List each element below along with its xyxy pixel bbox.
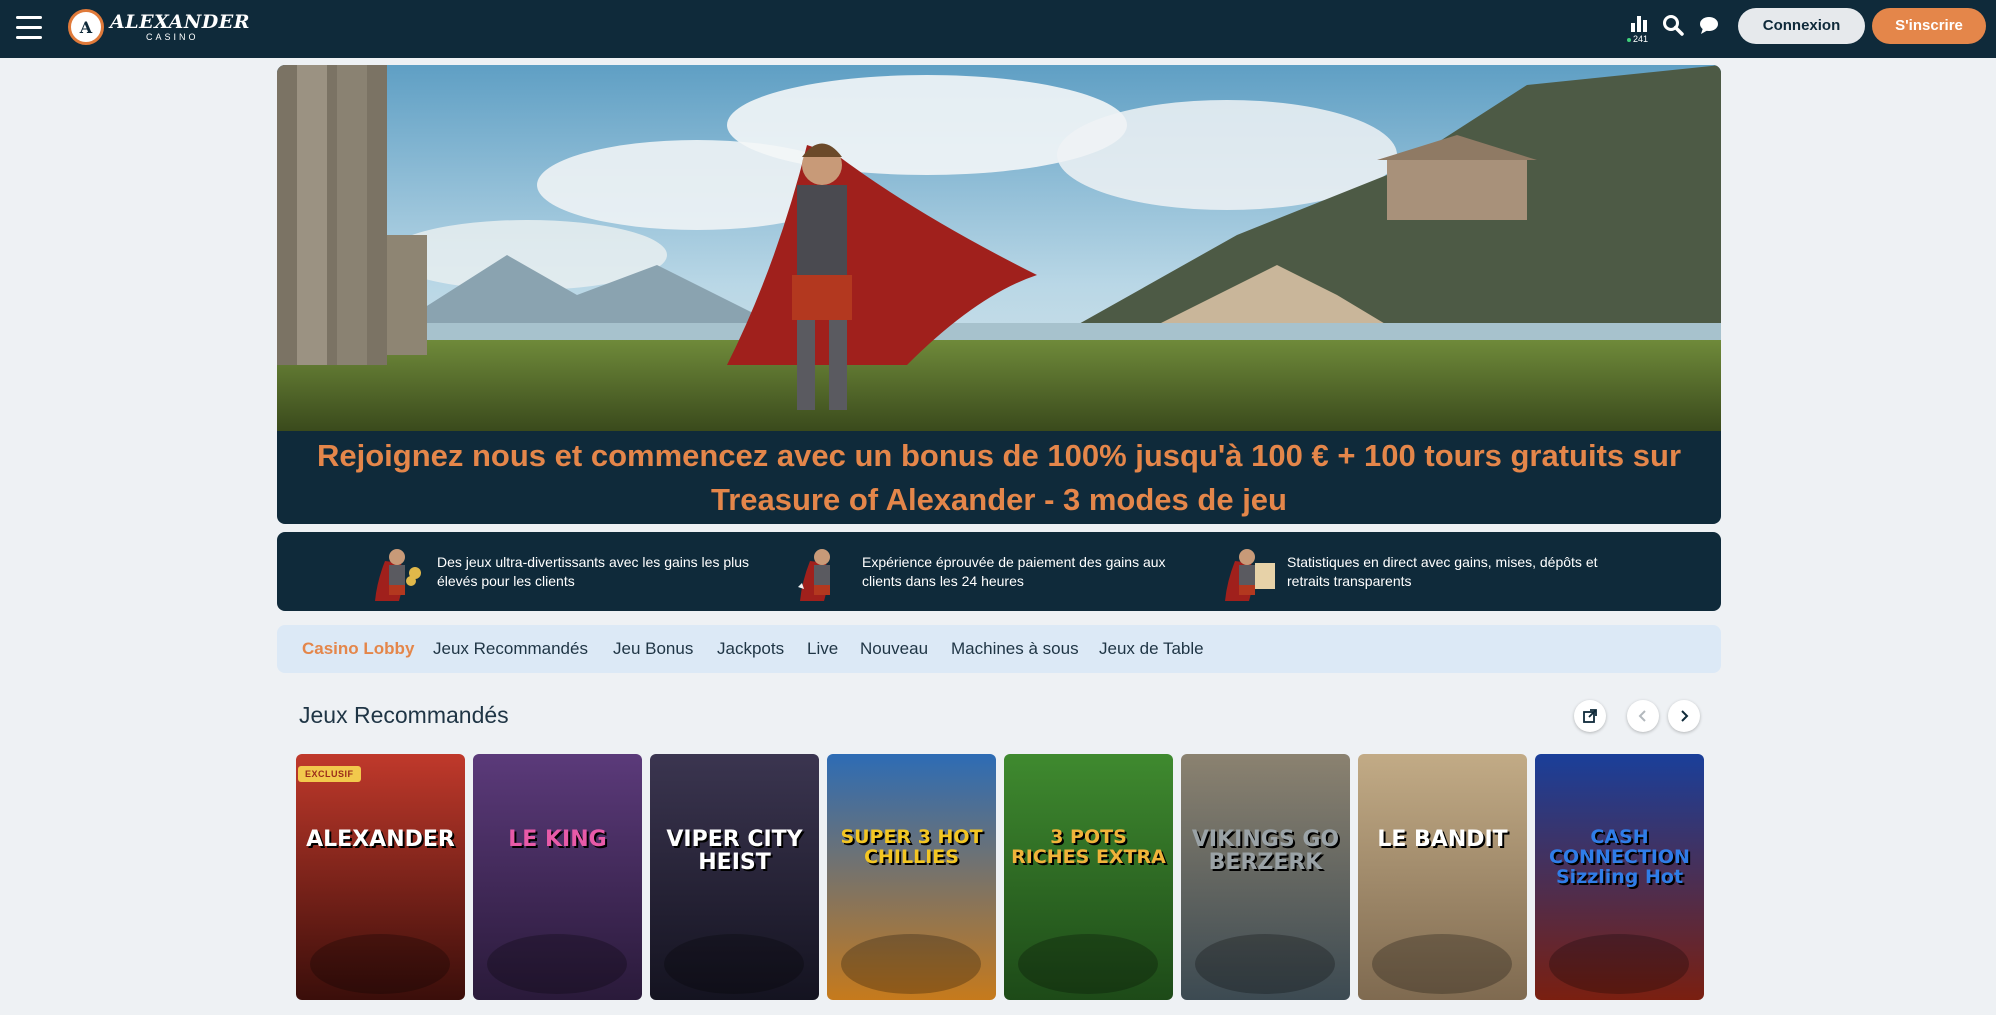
live-stats-button[interactable]: 241 xyxy=(1624,14,1654,46)
exclusive-badge: EXCLUSIF xyxy=(298,766,361,782)
game-tile[interactable]: ALEXANDER EXCLUSIF xyxy=(296,754,465,1000)
warrior-payment-icon xyxy=(798,549,830,601)
carousel-prev-button[interactable] xyxy=(1627,700,1659,732)
game-tile[interactable]: CASH CONNECTION Sizzling Hot xyxy=(1535,754,1704,1000)
tab-jackpots[interactable]: Jackpots xyxy=(717,625,784,673)
online-dot-icon xyxy=(1627,37,1631,42)
external-link-icon xyxy=(1583,709,1597,723)
game-artwork xyxy=(1358,754,1527,1000)
feature-item: Statistiques en direct avec gains, mises… xyxy=(1217,541,1617,603)
warrior-scroll-icon xyxy=(1225,549,1275,601)
top-navigation-bar: A ALEXANDER CASINO 241 Connexion S'inscr… xyxy=(0,0,1996,58)
game-tile[interactable]: SUPER 3 HOT CHILLIES xyxy=(827,754,996,1000)
game-artwork xyxy=(650,754,819,1000)
casino-logo[interactable]: A ALEXANDER CASINO xyxy=(68,7,250,47)
game-artwork xyxy=(827,754,996,1000)
game-artwork xyxy=(473,754,642,1000)
game-artwork xyxy=(1181,754,1350,1000)
tab-nouveau[interactable]: Nouveau xyxy=(860,625,928,673)
login-button[interactable]: Connexion xyxy=(1738,8,1865,44)
feature-text: Expérience éprouvée de paiement des gain… xyxy=(862,554,1166,589)
chevron-left-icon xyxy=(1638,710,1646,722)
hero-headline-line2: Treasure of Alexander - 3 modes de jeu xyxy=(710,481,1287,517)
menu-icon[interactable] xyxy=(16,16,42,40)
game-tile[interactable]: LE KING xyxy=(473,754,642,1000)
feature-item: Expérience éprouvée de paiement des gain… xyxy=(792,541,1192,603)
tab-machines-a-sous[interactable]: Machines à sous xyxy=(951,625,1079,673)
game-artwork xyxy=(296,754,465,1000)
game-title: CASH CONNECTION Sizzling Hot xyxy=(1549,826,1690,888)
section-title: Jeux Recommandés xyxy=(299,702,509,728)
search-icon[interactable] xyxy=(1662,14,1686,38)
bar-chart-icon xyxy=(1631,16,1647,32)
logo-subtitle: CASINO xyxy=(146,31,199,42)
tab-live[interactable]: Live xyxy=(807,625,838,673)
hero-illustration xyxy=(277,65,1721,431)
tab-jeux-recommandes[interactable]: Jeux Recommandés xyxy=(433,625,588,673)
game-title: SUPER 3 HOT CHILLIES xyxy=(840,826,983,868)
tab-jeux-de-table[interactable]: Jeux de Table xyxy=(1099,625,1204,673)
feature-text: Statistiques en direct avec gains, mises… xyxy=(1287,554,1598,589)
hero-headline: Rejoignez nous et commencez avec un bonu… xyxy=(277,431,1721,524)
game-tile[interactable]: VIPER CITY HEIST xyxy=(650,754,819,1000)
game-artwork xyxy=(1004,754,1173,1000)
hero-banner[interactable]: Rejoignez nous et commencez avec un bonu… xyxy=(277,65,1721,524)
logo-name: ALEXANDER xyxy=(110,10,251,33)
open-section-button[interactable] xyxy=(1574,700,1606,732)
chat-icon[interactable] xyxy=(1698,14,1722,38)
feature-text: Des jeux ultra-divertissants avec les ga… xyxy=(437,554,750,589)
game-title: VIPER CITY HEIST xyxy=(666,827,803,876)
tab-jeu-bonus[interactable]: Jeu Bonus xyxy=(613,625,693,673)
features-strip: Des jeux ultra-divertissants avec les ga… xyxy=(277,532,1721,611)
logo-helmet-icon: A xyxy=(68,9,104,45)
warrior-coins-icon xyxy=(375,549,421,601)
online-count: 241 xyxy=(1627,34,1648,44)
hero-headline-line1: Rejoignez nous et commencez avec un bonu… xyxy=(316,437,1682,473)
game-title: LE BANDIT xyxy=(1377,827,1508,852)
game-title: LE KING xyxy=(508,827,607,852)
game-tile[interactable]: 3 POTS RICHES EXTRA xyxy=(1004,754,1173,1000)
signup-button[interactable]: S'inscrire xyxy=(1872,8,1986,44)
feature-item: Des jeux ultra-divertissants avec les ga… xyxy=(367,541,767,603)
game-title: 3 POTS RICHES EXTRA xyxy=(1011,826,1166,868)
chevron-right-icon xyxy=(1681,710,1689,722)
game-tile[interactable]: VIKINGS GO BERZERK xyxy=(1181,754,1350,1000)
carousel-next-button[interactable] xyxy=(1668,700,1700,732)
category-tabs: Casino Lobby Jeux Recommandés Jeu Bonus … xyxy=(277,625,1721,673)
game-title: ALEXANDER xyxy=(306,827,455,852)
game-tile[interactable]: LE BANDIT xyxy=(1358,754,1527,1000)
tab-casino-lobby[interactable]: Casino Lobby xyxy=(302,625,414,673)
game-title: VIKINGS GO BERZERK xyxy=(1191,827,1340,876)
